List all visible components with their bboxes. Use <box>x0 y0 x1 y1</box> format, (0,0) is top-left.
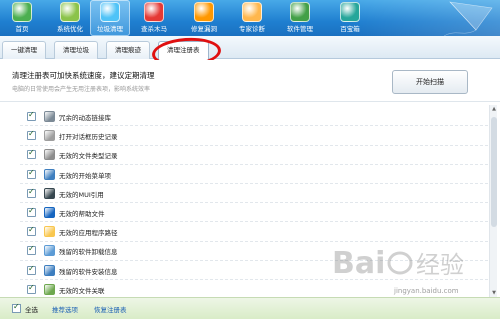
toolbar-button-label: 百宝箱 <box>340 25 360 33</box>
tab-one-click-clean[interactable]: 一键清理 <box>2 41 46 59</box>
filetype-icon <box>44 149 55 161</box>
start-scan-button[interactable]: 开始扫描 <box>392 70 468 94</box>
page-title: 清理注册表可加快系统速度，建议定期清理 <box>12 71 155 80</box>
item-checkbox[interactable] <box>27 264 36 275</box>
list-item-label: 残留的软件卸载信息 <box>59 248 118 257</box>
scrollbar-thumb[interactable] <box>491 117 497 227</box>
list-item-label: 打开对话框历史记录 <box>59 133 118 142</box>
scroll-down-arrow-icon[interactable]: ▼ <box>490 289 498 297</box>
list-item-label: 冗余的动态链接库 <box>59 114 111 122</box>
item-checkbox[interactable] <box>27 129 36 141</box>
tab-bar: 一键清理 清理垃圾 清理痕迹 清理注册表 <box>0 36 500 60</box>
bottom-bar: 全选 推荐选项 恢复注册表 <box>0 297 500 319</box>
toolbar-button[interactable]: 系统优化 <box>50 0 90 36</box>
patch-icon <box>194 2 214 22</box>
tab-clean-traces[interactable]: 清理痕迹 <box>106 41 150 59</box>
list-item[interactable]: 无效的帮助文件 <box>20 203 488 223</box>
toolbar-button[interactable]: 软件管理 <box>280 0 320 36</box>
page-subtitle: 电脑的日常使用会产生无用注册表项，影响系统效率 <box>12 86 151 93</box>
list-item-label: 无效的文件类型记录 <box>59 152 118 161</box>
toolbar-button[interactable]: 修复漏洞 <box>184 0 224 36</box>
list-item[interactable]: 打开对话框历史记录 <box>20 126 488 146</box>
trash-icon <box>100 2 120 22</box>
list-item-label: 无效的MUI引用 <box>59 190 104 199</box>
start-menu-icon <box>44 168 55 180</box>
toolbar-button-label: 软件管理 <box>287 25 313 33</box>
toolbar-button[interactable]: 垃圾清理 <box>90 0 130 36</box>
dll-icon <box>44 111 55 122</box>
install-icon <box>44 264 55 276</box>
uninstall-icon <box>44 245 55 257</box>
list-item-label: 无效的文件关联 <box>59 286 105 295</box>
list-item-label: 残留的软件安装信息 <box>59 267 118 276</box>
list-item-label: 无效的帮助文件 <box>59 210 105 218</box>
toolbar-button-label: 查杀木马 <box>141 25 167 33</box>
recommended-options-link[interactable]: 推荐选项 <box>52 304 78 314</box>
dialog-icon <box>44 130 55 142</box>
toolbar-button[interactable]: 首页 <box>2 0 42 36</box>
toolbox-icon <box>340 2 360 22</box>
list-item[interactable]: 冗余的动态链接库 <box>20 107 488 127</box>
horse-icon <box>144 2 164 22</box>
mui-icon <box>44 187 55 199</box>
page-header: 清理注册表可加快系统速度，建议定期清理 电脑的日常使用会产生无用注册表项，影响系… <box>0 60 500 102</box>
list-item[interactable]: 无效的开始菜单项 <box>20 165 488 184</box>
gauge-icon <box>60 2 80 22</box>
item-checkbox[interactable] <box>27 206 36 217</box>
list-item-label: 无效的开始菜单项 <box>59 171 111 180</box>
toolbar-button-label: 专家诊断 <box>239 25 265 33</box>
toolbar-button-label: 系统优化 <box>57 25 83 33</box>
item-checkbox[interactable] <box>27 148 36 160</box>
item-checkbox[interactable] <box>27 168 36 179</box>
item-checkbox[interactable] <box>27 244 36 256</box>
item-checkbox[interactable] <box>27 283 36 294</box>
select-all-checkbox[interactable] <box>12 302 21 313</box>
list-item[interactable]: 无效的MUI引用 <box>20 184 488 204</box>
item-checkbox[interactable] <box>27 225 36 237</box>
folder-icon <box>44 226 55 238</box>
list-item[interactable]: 无效的文件类型记录 <box>20 145 488 165</box>
restore-registry-link[interactable]: 恢复注册表 <box>94 304 127 314</box>
svg-text:经验: 经验 <box>416 251 464 279</box>
svg-text:Bai: Bai <box>332 246 385 281</box>
windows-icon <box>290 2 310 22</box>
house-icon <box>12 2 32 22</box>
watermark-url: jingyan.baidu.com <box>394 287 459 295</box>
list-scrollbar[interactable]: ▲ ▼ <box>489 105 497 297</box>
item-checkbox[interactable] <box>27 110 36 121</box>
help-icon <box>44 207 55 218</box>
toolbar-button[interactable]: 查杀木马 <box>134 0 174 36</box>
toolbar-button-label: 修复漏洞 <box>191 25 217 33</box>
main-toolbar: 首页 系统优化 垃圾清理 查杀木马 修复漏洞 专家诊断 软件管理 百宝箱 <box>0 0 500 36</box>
baidu-jingyan-logo: Bai 经验 <box>332 246 464 281</box>
toolbar-button-label: 首页 <box>15 25 29 33</box>
toolbar-button-label: 垃圾清理 <box>97 25 123 33</box>
toolbar-button[interactable]: 百宝箱 <box>330 0 370 36</box>
file-assoc-icon <box>44 283 55 295</box>
scroll-up-arrow-icon[interactable]: ▲ <box>490 105 498 113</box>
kite-decoration-icon <box>443 1 493 36</box>
list-item-label: 无效的应用程序路径 <box>59 229 118 238</box>
stethoscope-icon <box>242 2 262 22</box>
toolbar-button[interactable]: 专家诊断 <box>232 0 272 36</box>
item-checkbox[interactable] <box>27 187 36 198</box>
tab-clean-junk[interactable]: 清理垃圾 <box>54 41 98 59</box>
select-all-label[interactable]: 全选 <box>25 304 38 314</box>
